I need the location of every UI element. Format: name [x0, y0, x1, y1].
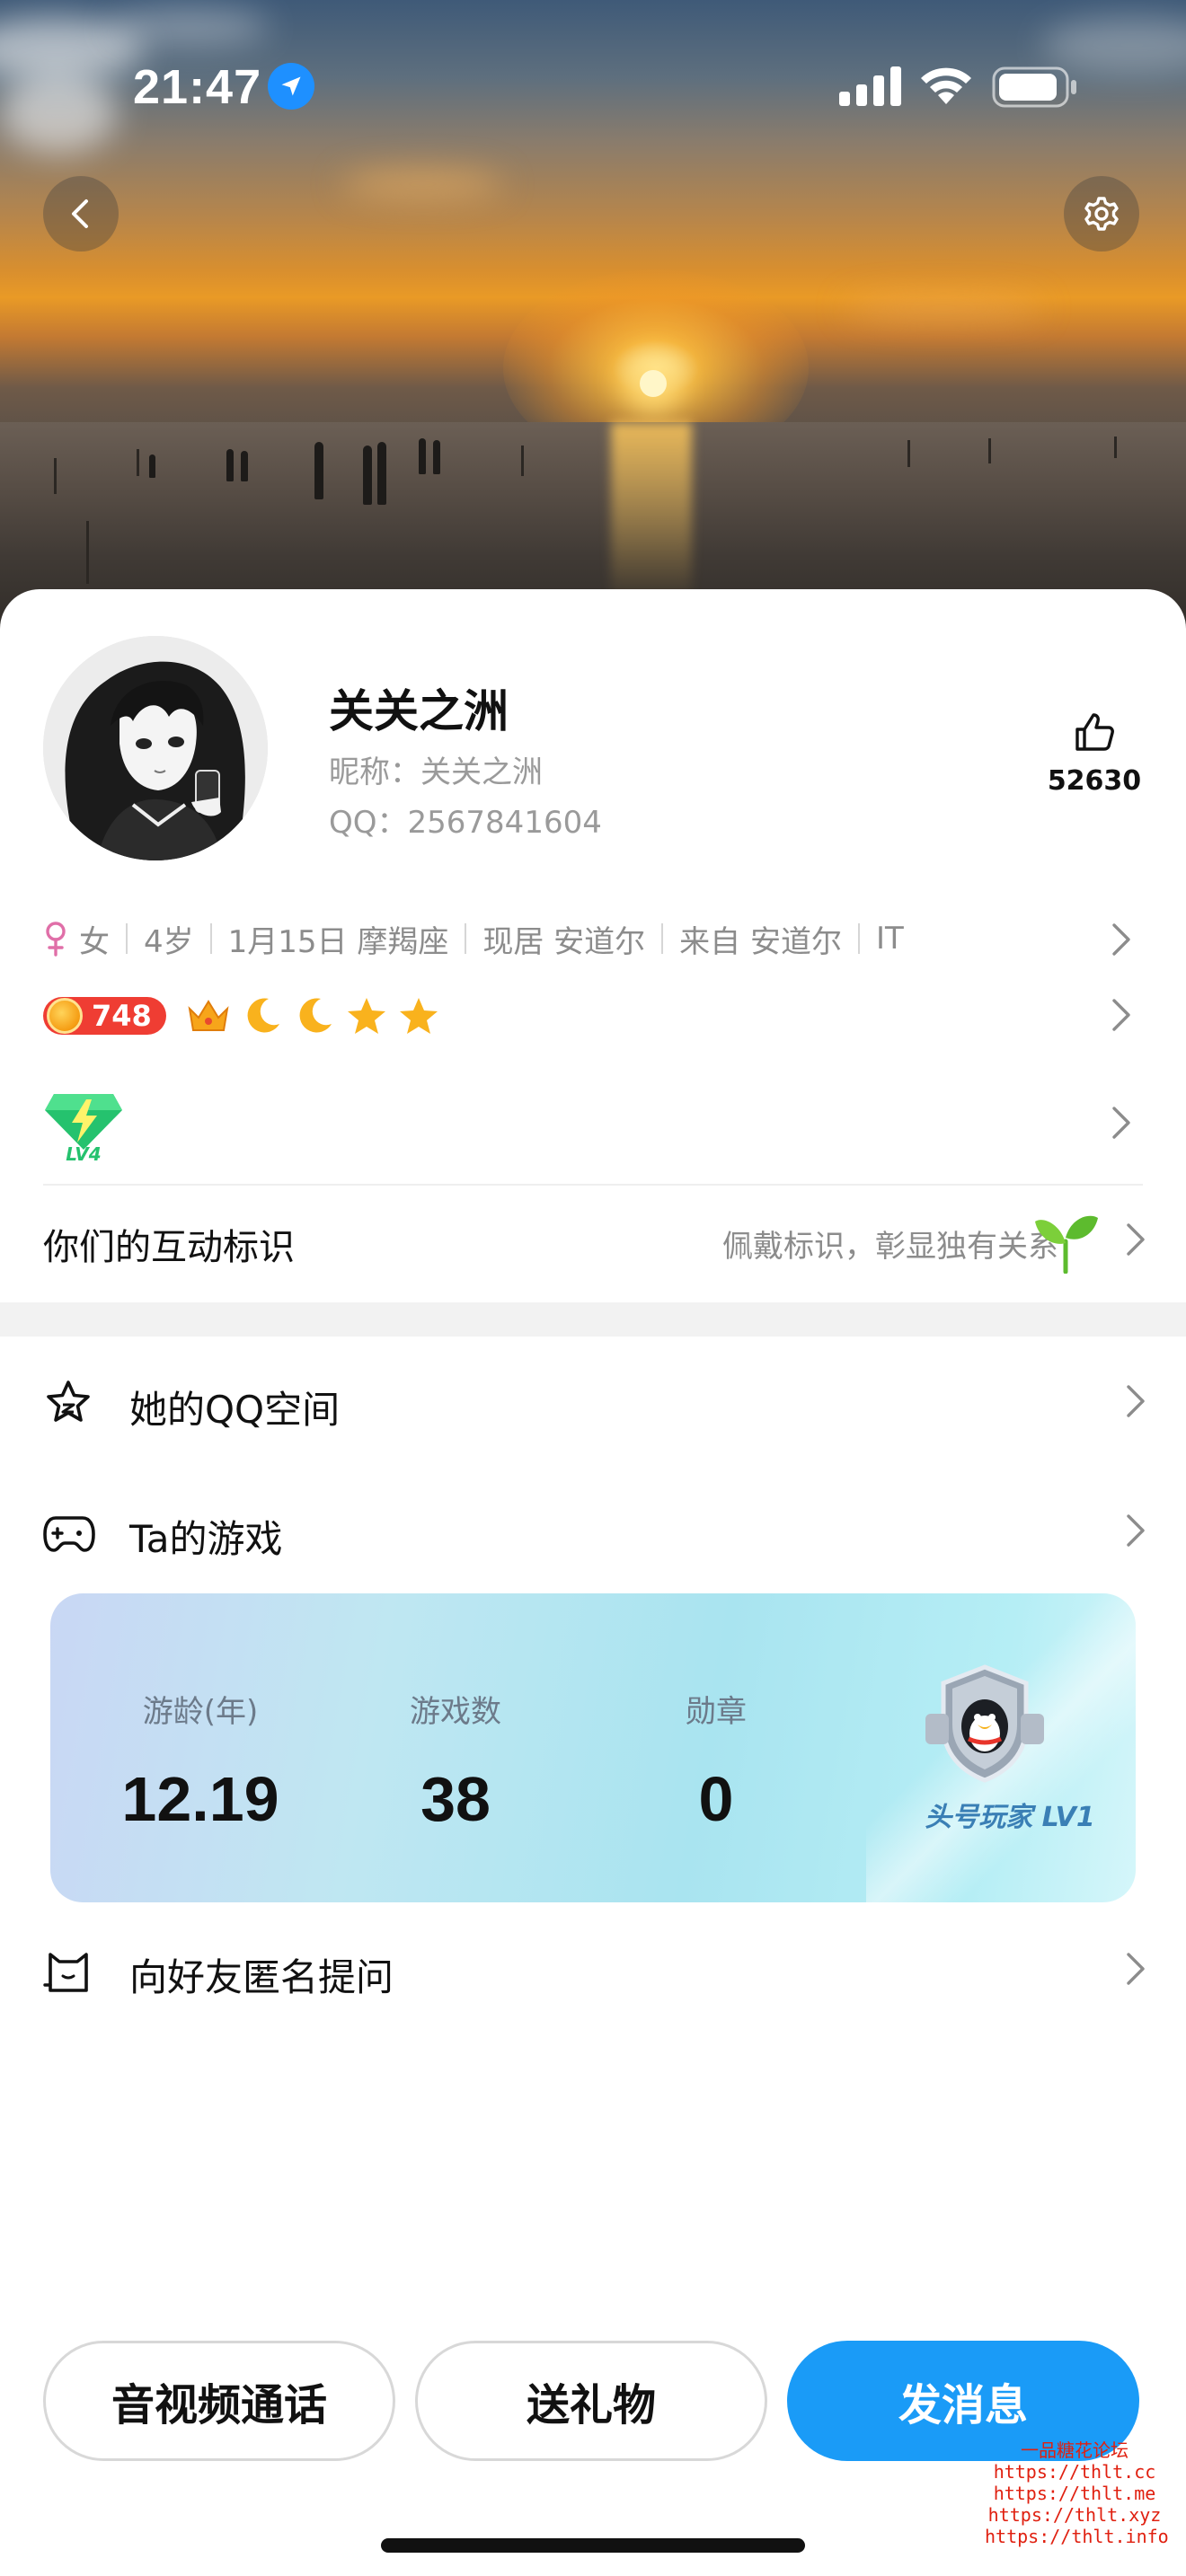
chevron-right-icon: [1127, 1953, 1145, 1985]
cat-icon: [43, 1953, 88, 1992]
stat-label: 勋章: [686, 1694, 747, 1730]
anonymous-question-menu-item[interactable]: 向好友匿名提问: [43, 1924, 1148, 2014]
star-icon: [399, 998, 438, 1034]
chevron-right-icon[interactable]: [1109, 997, 1134, 1033]
stat-value: 12.19: [121, 1764, 279, 1834]
like-button[interactable]: 52630: [1033, 710, 1155, 808]
lightning-gem-icon: LV4: [45, 1094, 122, 1165]
coin-badge: 748: [43, 997, 166, 1035]
penguin-badge-icon: [925, 1664, 1044, 1783]
chevron-right-icon: [1127, 1223, 1145, 1256]
interaction-mark-row[interactable]: 你们的互动标识 佩戴标识，彰显独有关系: [43, 1186, 1148, 1302]
wifi-icon: [921, 67, 971, 104]
occupation-text: IT: [875, 921, 904, 957]
gear-icon: [1084, 197, 1119, 231]
display-name: 关关之洲: [329, 685, 509, 737]
avatar[interactable]: [43, 636, 268, 860]
chevron-right-icon[interactable]: [1109, 922, 1134, 957]
interaction-mark-hint: 佩戴标识，彰显独有关系: [722, 1229, 1058, 1265]
badge-title: 头号玩家 LV1: [925, 1802, 1095, 1833]
sprout-icon: [1035, 1215, 1098, 1274]
qzone-menu-item[interactable]: 她的QQ空间: [43, 1356, 1148, 1446]
thumbs-up-icon: [1075, 713, 1114, 751]
chevron-right-icon: [1127, 1385, 1145, 1417]
svg-text:LV4: LV4: [66, 1143, 101, 1162]
hometown-text: 来自 安道尔: [679, 923, 842, 960]
game-age-stat: 游龄(年) 12.19: [97, 1687, 304, 1835]
stat-label: 游龄(年): [142, 1694, 259, 1730]
chevron-left-icon: [72, 199, 88, 228]
settings-button[interactable]: [1064, 176, 1139, 251]
star-icon: [47, 1381, 90, 1422]
home-indicator[interactable]: [381, 2538, 805, 2553]
games-menu-item[interactable]: Ta的游戏: [43, 1486, 1148, 1575]
moon-icon: [299, 998, 332, 1033]
anonymous-question-label: 向好友匿名提问: [129, 1955, 394, 1999]
gamepad-icon: [43, 1516, 95, 1552]
coin-count: 748: [92, 999, 152, 1033]
profile-card: [0, 589, 1186, 2576]
watermark: 一品糖花论坛 https://thlt.cc https://thlt.me h…: [985, 2439, 1169, 2547]
birthday-text: 1月15日 摩羯座: [227, 923, 449, 960]
chevron-right-icon: [1127, 1514, 1145, 1547]
section-divider: [0, 1302, 1186, 1337]
cellular-signal-icon: [839, 66, 901, 106]
game-count-stat: 游戏数 38: [352, 1687, 559, 1835]
games-label: Ta的游戏: [129, 1517, 283, 1561]
chevron-right-icon[interactable]: [1109, 1105, 1134, 1141]
nickname-text: 昵称：关关之洲: [329, 754, 543, 790]
vip-level-row[interactable]: 748: [43, 988, 450, 1044]
crown-icon: [188, 1000, 229, 1031]
status-time: 21:47: [133, 60, 262, 114]
stat-value: 38: [420, 1764, 491, 1834]
location-arrow-icon: [268, 63, 314, 110]
profile-info-row[interactable]: 女 4岁 1月15日 摩羯座 现居 安道尔 来自 安道尔 IT: [43, 916, 1148, 961]
stat-value: 0: [698, 1764, 734, 1834]
video-call-button[interactable]: 音视频通话: [43, 2341, 395, 2461]
stat-label: 游戏数: [410, 1694, 501, 1730]
like-count: 52630: [1047, 765, 1142, 797]
medal-count-stat: 勋章 0: [613, 1687, 819, 1835]
game-level-badge[interactable]: LV4: [43, 1087, 124, 1168]
female-icon: [46, 922, 66, 957]
star-icon: [347, 998, 385, 1034]
moon-icon: [247, 998, 279, 1033]
back-button[interactable]: [43, 176, 119, 251]
game-stats-card[interactable]: 游龄(年) 12.19 游戏数 38 勋章 0 头号玩家 LV1: [50, 1593, 1136, 1902]
battery-icon: [992, 66, 1076, 108]
coin-icon: [47, 998, 83, 1034]
send-gift-button[interactable]: 送礼物: [415, 2341, 767, 2461]
age-text: 4岁: [144, 923, 194, 960]
qzone-label: 她的QQ空间: [129, 1388, 341, 1432]
qq-number-text: QQ：2567841604: [329, 805, 602, 841]
interaction-mark-title: 你们的互动标识: [43, 1227, 295, 1268]
current-city-text: 现居 安道尔: [482, 923, 646, 960]
gender-text: 女: [79, 923, 110, 960]
